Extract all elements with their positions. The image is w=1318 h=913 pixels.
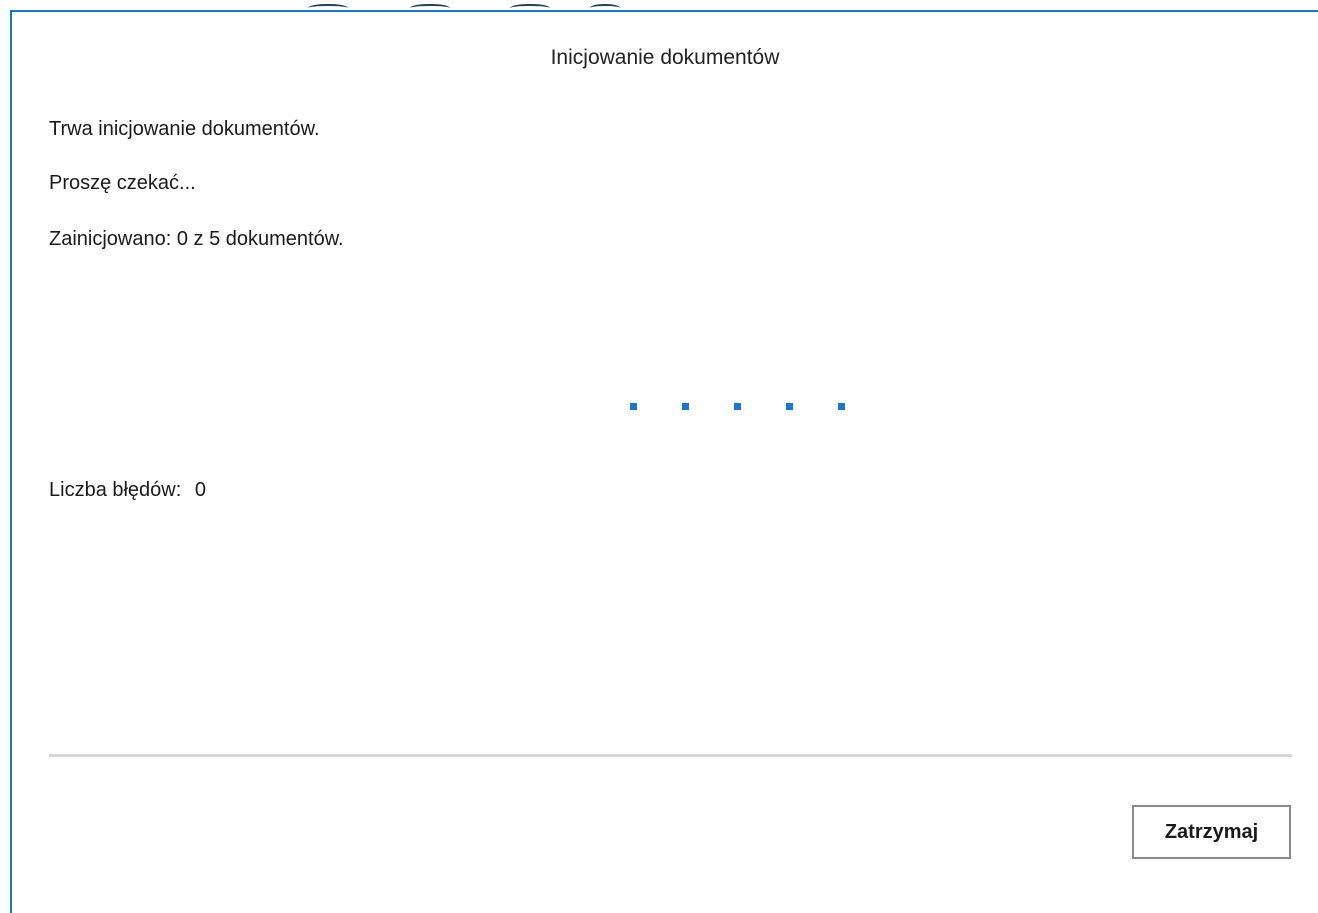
errors-count: 0	[194, 479, 206, 501]
loading-dot	[630, 403, 637, 410]
loading-dot	[786, 403, 793, 410]
loading-dot	[734, 403, 741, 410]
loading-indicator	[630, 403, 852, 411]
errors-row: Liczba błędów: 0	[49, 479, 206, 502]
progress-text: Zainicjowano: 0 z 5 dokumentów.	[49, 228, 344, 250]
errors-label: Liczba błędów:	[49, 479, 182, 501]
status-text: Trwa inicjowanie dokumentów.	[49, 118, 320, 140]
loading-dot	[838, 403, 845, 410]
stop-button[interactable]: Zatrzymaj	[1132, 805, 1291, 859]
loading-dot	[682, 403, 689, 410]
wait-text: Proszę czekać...	[49, 172, 196, 194]
initiating-documents-dialog: Inicjowanie dokumentów Trwa inicjowanie …	[10, 10, 1318, 913]
dialog-title: Inicjowanie dokumentów	[550, 46, 780, 69]
footer-separator	[49, 754, 1292, 757]
